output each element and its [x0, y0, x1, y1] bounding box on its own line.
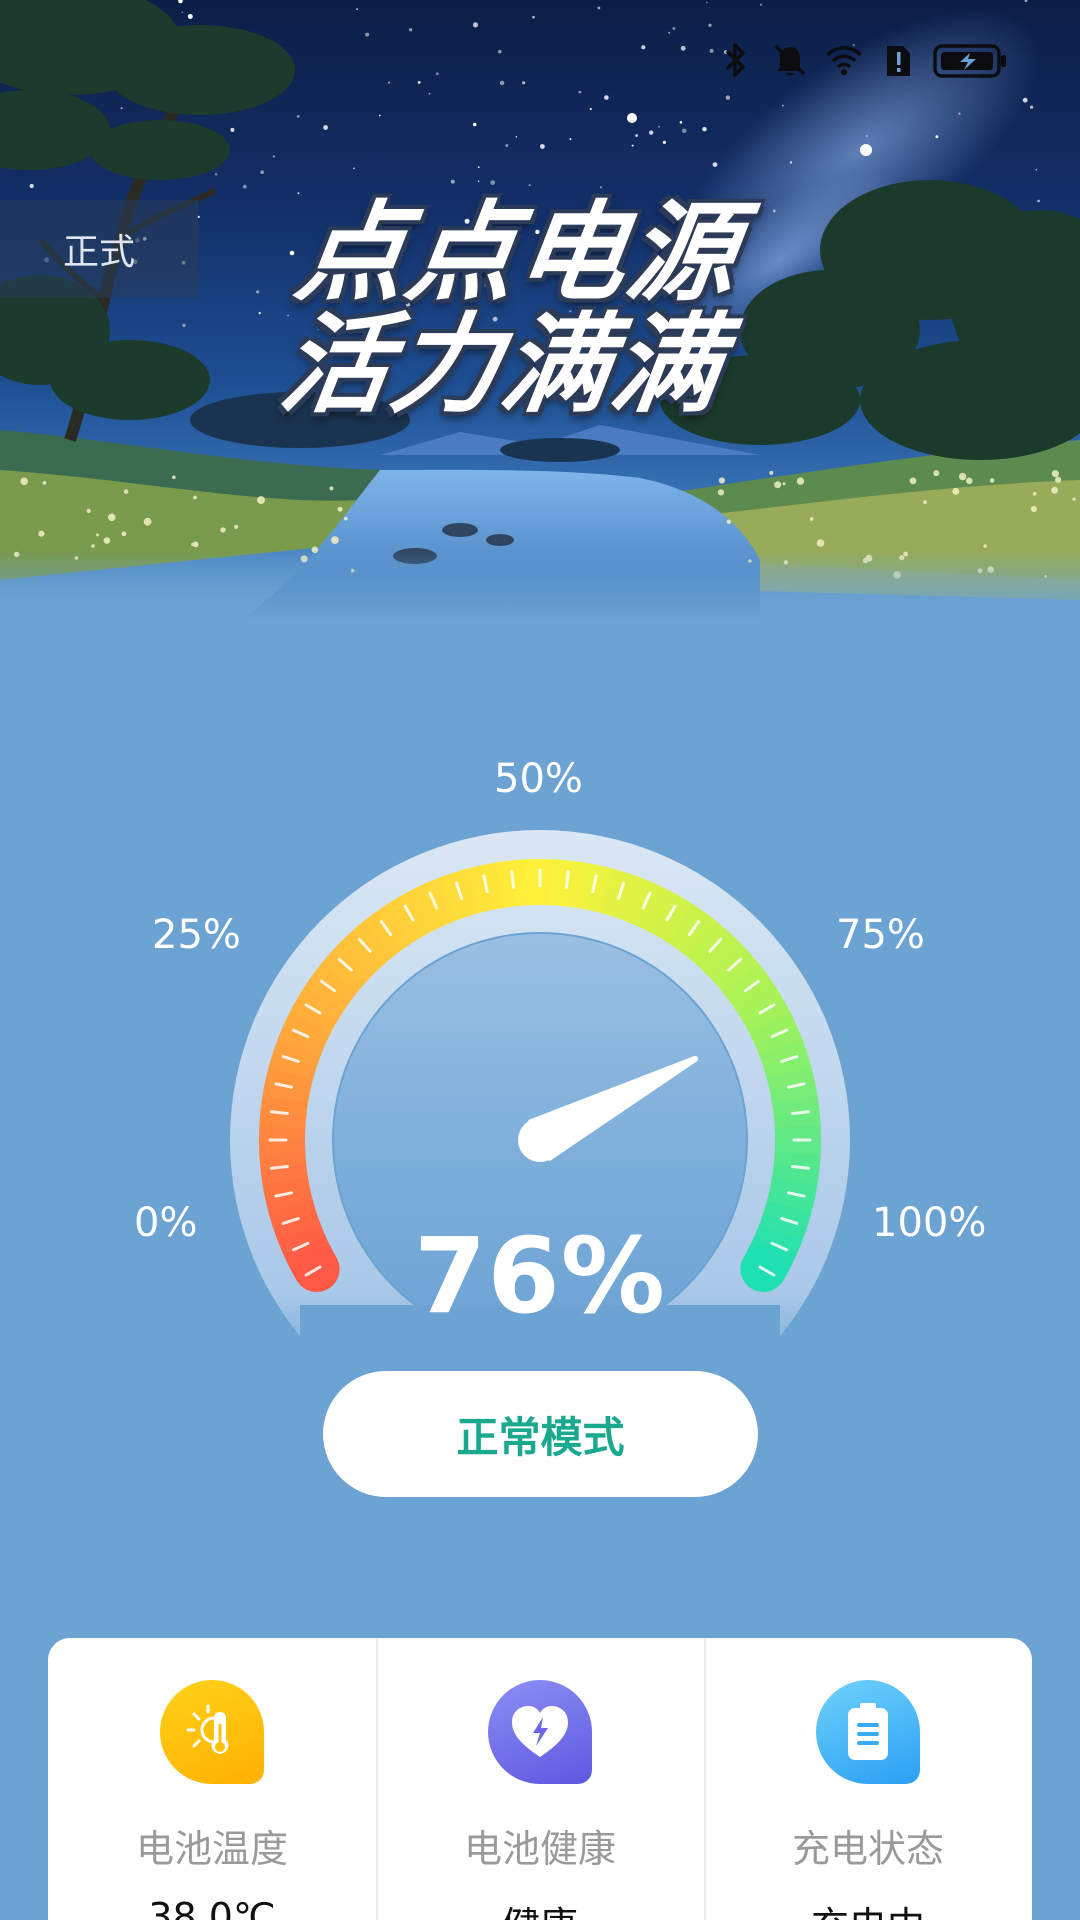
gauge-tick [269, 1165, 289, 1170]
gauge-arc-segment [678, 912, 719, 959]
gauge-arc-segment [453, 868, 482, 917]
environment-tag: 正式 [0, 200, 198, 298]
wifi-icon [824, 40, 864, 80]
gauge-label-25: 25% [152, 912, 241, 958]
gauge-tick [565, 869, 570, 889]
gauge-arc-segment [714, 951, 760, 994]
gauge-tick [791, 1165, 811, 1170]
battery-temperature-item[interactable]: 电池温度 38.0℃ [48, 1638, 376, 1920]
status-bar [716, 36, 1008, 84]
gauge-arc-segment [331, 939, 376, 983]
gauge-arc-segment [588, 865, 615, 914]
battery-icon [816, 1680, 920, 1784]
gauge-needle-hub [518, 1118, 562, 1162]
bell-muted-icon [770, 40, 810, 80]
gauge-tick [269, 1110, 289, 1115]
gauge-arc-segment [730, 974, 777, 1014]
gauge-arc-segment [425, 876, 458, 926]
battery-info-card: 电池温度 38.0℃ 电池健康 健康 充电状态 充电中 [48, 1638, 1032, 1920]
gauge-tick [791, 1110, 811, 1115]
gauge-arc-segment [743, 999, 792, 1036]
hero-title-line-2: 活力满满 [273, 303, 731, 428]
gauge-arc-segment [657, 896, 695, 945]
gauge-label-75: 75% [836, 912, 925, 958]
battery-health-item[interactable]: 电池健康 健康 [376, 1638, 704, 1920]
gauge-arc-segment [510, 859, 530, 907]
gauge-arc-segment [272, 1037, 322, 1068]
gauge-arc-segment [265, 1065, 314, 1092]
gauge-arc-segment [312, 961, 359, 1002]
gauge-arc-segment [283, 1010, 332, 1045]
gauge-arc-segment [260, 1093, 309, 1116]
sim-alert-icon [878, 40, 918, 80]
gauge-arc-segment [399, 888, 436, 937]
gauge-arc-segment [296, 985, 345, 1023]
gauge-arc-segment [754, 1025, 804, 1058]
gauge-arc-segment [697, 931, 741, 976]
gauge-label-50: 50% [494, 756, 583, 802]
gauge-arc-segment [481, 862, 506, 911]
gauge-arc-segment [635, 883, 670, 932]
normal-mode-button[interactable]: 正常模式 [323, 1371, 758, 1497]
hero-banner: 正式 点点电源 活力满满 [0, 0, 1080, 620]
gauge-tick [510, 869, 515, 889]
battery-health-label: 电池健康 [463, 1827, 616, 1871]
gauge-arc-segment [564, 860, 587, 909]
gauge-arc-segment [763, 1053, 812, 1082]
hero-title-line-1: 点点电源 [289, 191, 747, 316]
gauge-arc-segment [771, 1164, 820, 1187]
thermometer-sun-icon [160, 1680, 264, 1784]
charging-status-value: 充电中 [811, 1895, 925, 1920]
charging-status-item[interactable]: 充电状态 充电中 [704, 1638, 1032, 1920]
gauge-arc-segment [773, 1110, 821, 1130]
battery-temperature-label: 电池温度 [135, 1827, 288, 1871]
battery-percent-value: 76% [414, 1215, 666, 1337]
gauge-arc-segment [769, 1081, 818, 1106]
heart-bolt-icon [488, 1680, 592, 1784]
charging-status-label: 充电状态 [791, 1827, 944, 1871]
battery-charging-icon [932, 40, 1008, 80]
battery-temperature-value: 38.0℃ [148, 1895, 276, 1920]
gauge-arc-segment [259, 1150, 307, 1170]
battery-health-value: 健康 [502, 1895, 578, 1920]
hero-bottom-fade [0, 550, 1080, 620]
gauge-arc-segment [351, 920, 394, 966]
bluetooth-icon [716, 40, 756, 80]
hero-title: 点点电源 活力满满 [273, 191, 825, 428]
gauge-arc-segment [766, 1188, 815, 1215]
gauge-arc-segment [374, 903, 414, 950]
gauge-arc-segment [612, 872, 643, 922]
gauge-arc-segment [262, 1174, 311, 1199]
battery-gauge: 0% 25% 50% 75% 100% 76% [0, 700, 1080, 1360]
